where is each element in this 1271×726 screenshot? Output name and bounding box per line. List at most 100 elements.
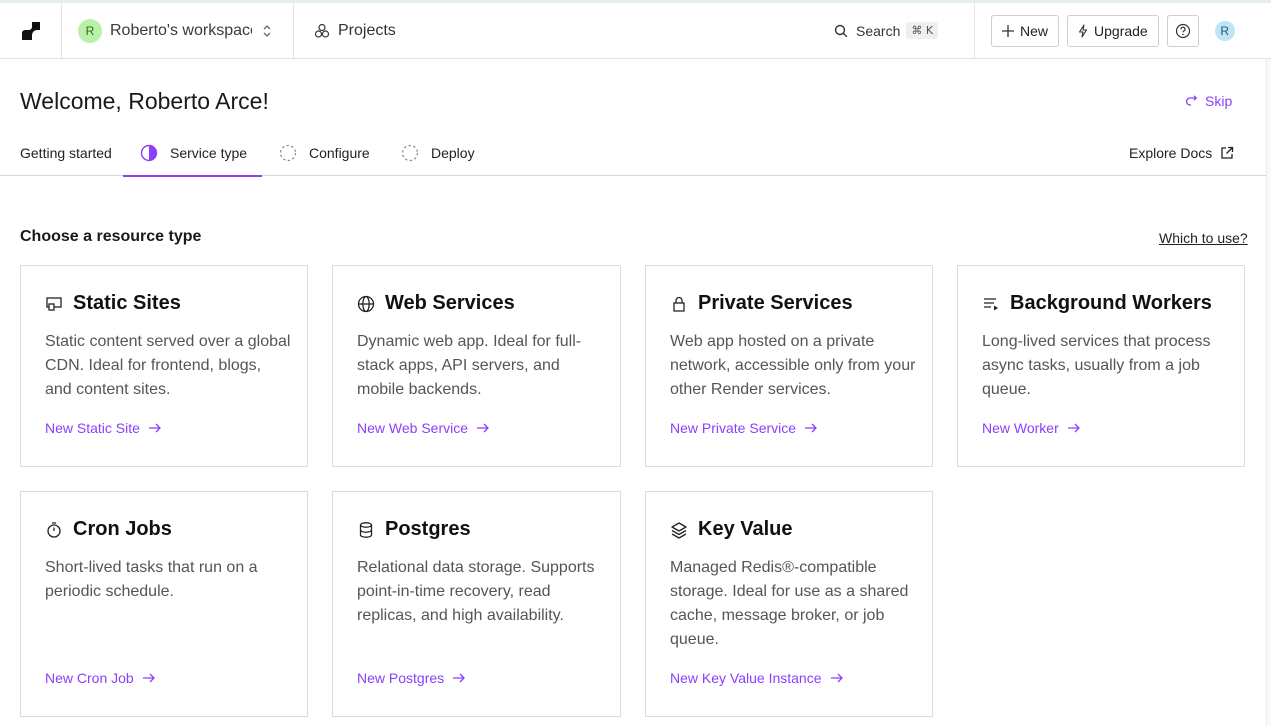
card-title: Web Services (357, 292, 515, 315)
card-title: Private Services (670, 292, 853, 315)
step-deploy[interactable]: Deploy (401, 130, 475, 176)
static-site-icon (46, 296, 62, 311)
new-button[interactable]: New (991, 14, 1060, 47)
link-label: New Cron Job (45, 670, 134, 686)
new-cron-job-link[interactable]: New Cron Job (45, 670, 156, 686)
arrow-right-icon (830, 673, 843, 683)
new-button-label: New (1020, 22, 1049, 39)
explore-docs-link[interactable]: Explore Docs (1129, 130, 1234, 176)
projects-label: Projects (338, 21, 396, 39)
top-header: R Roberto's workspace Projects Search ⌘ … (0, 2, 1271, 59)
arrow-right-icon (148, 423, 161, 433)
card-title: Postgres (357, 518, 471, 541)
onboarding-steps: Getting started Service type Configure D… (0, 130, 1266, 177)
search-button[interactable]: Search ⌘ K (834, 3, 958, 59)
card-description: Dynamic web app. Ideal for full-stack ap… (357, 333, 582, 398)
card-title: Static Sites (45, 292, 181, 315)
step-getting-started[interactable]: Getting started (20, 130, 112, 176)
render-logo[interactable] (0, 2, 62, 59)
search-shortcut: ⌘ K (906, 22, 939, 39)
pending-circle-icon (401, 144, 419, 162)
new-private-service-link[interactable]: New Private Service (670, 420, 818, 436)
search-icon (834, 24, 848, 37)
layers-icon (671, 521, 687, 539)
skip-label: Skip (1205, 93, 1233, 109)
card-title-text: Postgres (385, 518, 471, 540)
new-web-service-link[interactable]: New Web Service (357, 420, 490, 436)
globe-icon (357, 295, 375, 312)
card-title: Cron Jobs (45, 518, 172, 541)
card-description: Short-lived tasks that run on a periodic… (45, 559, 258, 600)
arrow-right-icon (805, 423, 817, 433)
card-description: Web app hosted on a private network, acc… (670, 333, 916, 398)
lock-icon (673, 296, 685, 312)
which-to-use-link[interactable]: Which to use? (1159, 230, 1248, 246)
step-label: Service type (170, 144, 248, 161)
card-cron-jobs[interactable]: Cron Jobs Short-lived tasks that run on … (20, 491, 308, 717)
redo-icon (1185, 95, 1198, 106)
card-description: Managed Redis®-compatible storage. Ideal… (670, 559, 909, 648)
link-label: New Static Site (45, 420, 140, 436)
step-service-type[interactable]: Service type (123, 130, 262, 177)
worker-icon (984, 297, 998, 310)
arrow-right-icon (477, 423, 489, 433)
search-label: Search (856, 22, 901, 39)
user-avatar[interactable]: R (1214, 20, 1235, 41)
workspace-avatar: R (78, 18, 102, 43)
step-configure[interactable]: Configure (279, 130, 370, 176)
skip-link[interactable]: Skip (1185, 93, 1232, 109)
card-postgres[interactable]: Postgres Relational data storage. Suppor… (332, 491, 621, 717)
arrow-right-icon (142, 673, 155, 683)
workspace-switcher[interactable]: R Roberto's workspace (62, 2, 294, 59)
new-worker-link[interactable]: New Worker (982, 420, 1081, 436)
upgrade-button[interactable]: Upgrade (1067, 14, 1159, 47)
card-title: Background Workers (982, 292, 1212, 315)
plus-icon (1002, 24, 1014, 37)
new-postgres-link[interactable]: New Postgres (357, 670, 466, 686)
link-label: New Private Service (670, 420, 797, 436)
section-title: Choose a resource type (20, 228, 202, 245)
card-private-services[interactable]: Private Services Web app hosted on a pri… (645, 265, 933, 467)
header-divider (974, 2, 975, 59)
lightning-icon (1078, 23, 1088, 38)
page-title: Welcome, Roberto Arce! (20, 88, 269, 114)
link-label: New Postgres (357, 670, 445, 686)
link-label: New Worker (982, 420, 1059, 436)
card-web-services[interactable]: Web Services Dynamic web app. Ideal for … (332, 265, 621, 467)
half-progress-icon (140, 144, 158, 161)
projects-icon (314, 23, 330, 38)
card-description: Static content served over a global CDN.… (45, 333, 291, 398)
pending-circle-icon (279, 144, 297, 162)
step-label: Deploy (431, 145, 475, 161)
card-title: Key Value (670, 518, 793, 541)
link-label: New Key Value Instance (670, 670, 822, 686)
card-title-text: Key Value (698, 518, 793, 540)
chevron-updown-icon (263, 24, 271, 37)
step-label: Getting started (20, 145, 112, 161)
card-static-sites[interactable]: Static Sites Static content served over … (20, 265, 308, 467)
new-static-site-link[interactable]: New Static Site (45, 420, 162, 436)
step-label: Configure (309, 145, 370, 161)
new-key-value-link[interactable]: New Key Value Instance (670, 670, 844, 686)
card-description: Long-lived services that process async t… (982, 333, 1211, 398)
upgrade-button-label: Upgrade (1094, 22, 1148, 39)
link-label: New Web Service (357, 420, 469, 436)
projects-nav[interactable]: Projects (294, 3, 834, 59)
question-icon (1175, 23, 1190, 38)
database-icon (359, 521, 373, 538)
card-description: Relational data storage. Supports point-… (357, 559, 595, 624)
stopwatch-icon (47, 521, 61, 538)
arrow-right-icon (453, 673, 466, 683)
card-title-text: Private Services (698, 292, 853, 314)
external-link-icon (1221, 146, 1234, 159)
card-title-text: Static Sites (73, 292, 181, 314)
help-button[interactable] (1166, 14, 1199, 47)
scrollbar[interactable] (1266, 59, 1271, 726)
card-key-value[interactable]: Key Value Managed Redis®-compatible stor… (645, 491, 933, 717)
render-logo-icon (21, 21, 40, 40)
card-title-text: Background Workers (1010, 292, 1212, 314)
explore-docs-label: Explore Docs (1129, 145, 1213, 161)
card-background-workers[interactable]: Background Workers Long-lived services t… (957, 265, 1245, 467)
arrow-right-icon (1067, 423, 1080, 433)
card-title-text: Web Services (385, 292, 515, 314)
